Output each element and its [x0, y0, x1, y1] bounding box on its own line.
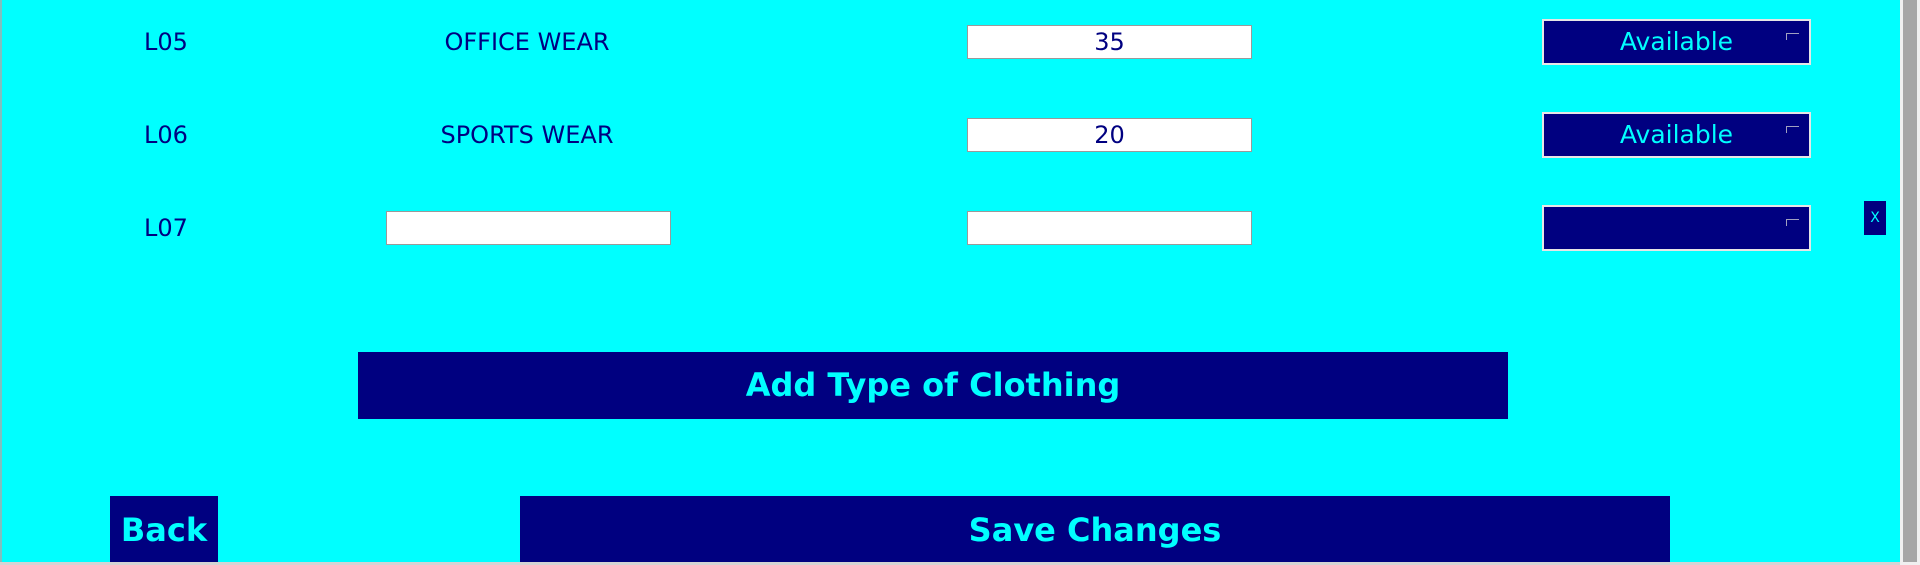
- row-code: L07: [144, 214, 188, 242]
- dropdown-arrow-icon: [1786, 219, 1799, 226]
- name-input[interactable]: [386, 211, 671, 245]
- remove-row-button[interactable]: X: [1864, 201, 1886, 235]
- row-code: L05: [144, 28, 188, 56]
- left-border: [0, 0, 2, 565]
- status-select[interactable]: [1542, 205, 1811, 251]
- quantity-input[interactable]: [967, 25, 1252, 59]
- table-row: L05 OFFICE WEAR Available: [0, 19, 1900, 65]
- row-code: L06: [144, 121, 188, 149]
- table-row-new: L07 X: [0, 201, 1900, 251]
- clothing-types-page: L05 OFFICE WEAR Available L06 SPORTS WEA…: [0, 0, 1920, 565]
- table-row: L06 SPORTS WEAR Available: [0, 112, 1900, 158]
- dropdown-arrow-icon: [1786, 33, 1799, 40]
- quantity-input[interactable]: [967, 118, 1252, 152]
- add-type-of-clothing-button[interactable]: Add Type of Clothing: [358, 352, 1508, 419]
- dropdown-arrow-icon: [1786, 126, 1799, 133]
- row-name: OFFICE WEAR: [444, 28, 610, 56]
- save-changes-button[interactable]: Save Changes: [520, 496, 1670, 565]
- status-selected-value: Available: [1619, 120, 1734, 149]
- back-button[interactable]: Back: [110, 496, 218, 565]
- vertical-scrollbar[interactable]: [1900, 0, 1920, 565]
- status-select[interactable]: Available: [1542, 19, 1811, 65]
- status-selected-value: Available: [1619, 27, 1734, 56]
- row-name: SPORTS WEAR: [440, 121, 614, 149]
- quantity-input[interactable]: [967, 211, 1252, 245]
- status-select[interactable]: Available: [1542, 112, 1811, 158]
- scrollbar-thumb[interactable]: [1903, 0, 1917, 562]
